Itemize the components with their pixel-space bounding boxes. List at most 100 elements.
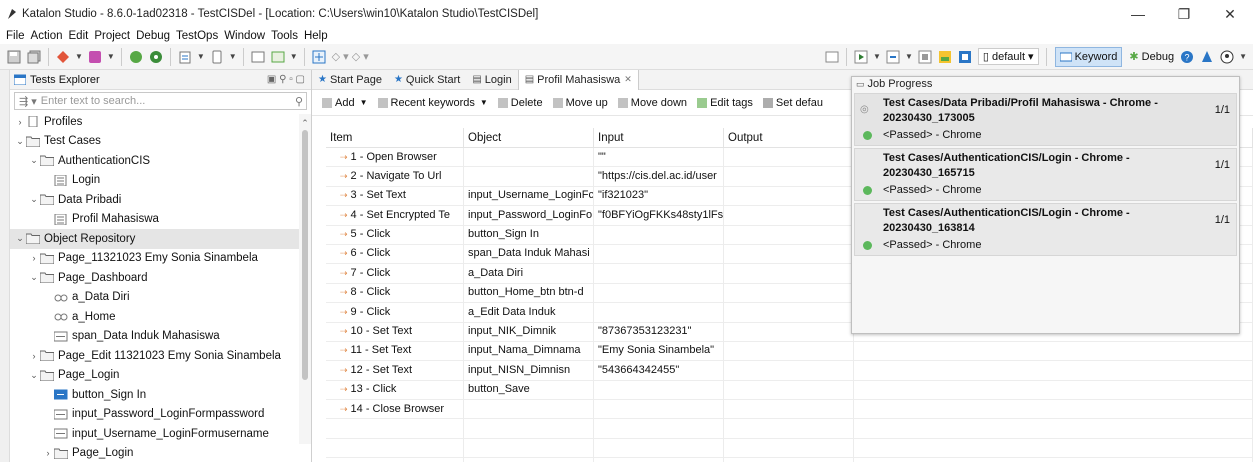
step-object-cell[interactable]: input_Password_LoginFo — [464, 205, 594, 226]
column-output[interactable]: Output — [724, 127, 854, 148]
chevron-down-icon[interactable]: ▼ — [75, 52, 83, 61]
editor-tab[interactable]: ▤ Profil Mahasiswa ✕ — [517, 69, 639, 90]
step-item-cell[interactable]: ⇢ 5 - Click — [326, 225, 464, 245]
action-edit-tags-button[interactable]: Edit tags — [697, 97, 753, 109]
tree-item[interactable]: ⌄ Test Cases — [10, 132, 311, 152]
editor-tab[interactable]: ★ Quick Start — [388, 70, 466, 90]
step-item-cell[interactable] — [326, 438, 464, 458]
katalon-store-icon[interactable] — [1199, 49, 1215, 65]
debug-run-icon[interactable] — [885, 49, 901, 65]
step-item-cell[interactable]: ⇢ 14 - Close Browser — [326, 399, 464, 419]
tree-item[interactable]: › Page_11321023 Emy Sonia Sinambela — [10, 249, 311, 269]
step-output-cell[interactable] — [724, 341, 854, 361]
chevron-down-icon[interactable]: ▼ — [480, 98, 488, 107]
step-input-cell[interactable] — [594, 399, 724, 419]
add-icon[interactable] — [55, 49, 71, 65]
tree-item[interactable]: a_Data Diri — [10, 288, 311, 308]
action-recent-keywords-button[interactable]: Recent keywords ▼ — [377, 97, 488, 109]
chevron-down-icon[interactable]: ▼ — [197, 52, 205, 61]
step-input-cell[interactable] — [594, 225, 724, 245]
record-icon[interactable] — [270, 49, 286, 65]
panel-view-controls-icon[interactable]: ▣ ⚲ ▫ ▢ — [267, 74, 305, 85]
save-all-icon[interactable] — [26, 49, 42, 65]
chevron-right-icon[interactable]: › — [28, 351, 40, 361]
tree-item[interactable]: span_Data Induk Mahasiswa — [10, 327, 311, 347]
step-output-cell[interactable] — [724, 418, 854, 439]
step-output-cell[interactable] — [724, 186, 854, 206]
step-output-cell[interactable] — [724, 302, 854, 323]
minimize-button[interactable]: — — [1115, 0, 1161, 28]
step-input-cell[interactable]: "87367353123231" — [594, 322, 724, 342]
menu-tools[interactable]: Tools — [268, 30, 301, 42]
chevron-down-icon[interactable]: ⌄ — [28, 272, 40, 283]
step-object-cell[interactable]: button_Save — [464, 380, 594, 400]
step-input-cell[interactable]: "if321023" — [594, 186, 724, 206]
run-icon[interactable] — [853, 49, 869, 65]
report-icon[interactable] — [937, 49, 953, 65]
debug-perspective-button[interactable]: ✱ Debug — [1129, 50, 1174, 63]
close-tab-icon[interactable]: ✕ — [624, 74, 632, 85]
step-object-cell[interactable] — [464, 166, 594, 187]
step-item-cell[interactable]: ⇢ 3 - Set Text — [326, 186, 464, 206]
step-output-cell[interactable] — [724, 380, 854, 400]
chevron-down-icon[interactable]: ⌄ — [28, 194, 40, 205]
menu-testops[interactable]: TestOps — [173, 30, 221, 42]
menu-project[interactable]: Project — [91, 30, 133, 42]
account-icon[interactable] — [1219, 49, 1235, 65]
column-object[interactable]: Object — [464, 127, 594, 148]
step-item-cell[interactable]: ⇢ 11 - Set Text — [326, 341, 464, 361]
stop-icon[interactable] — [917, 49, 933, 65]
step-input-cell[interactable]: "543664342455" — [594, 360, 724, 381]
chevron-down-icon[interactable]: ⌄ — [14, 136, 26, 147]
step-output-cell[interactable] — [724, 322, 854, 342]
scroll-up-icon[interactable]: ⌃ — [299, 118, 311, 129]
action-set-defau-button[interactable]: Set defau — [762, 97, 823, 109]
step-object-cell[interactable] — [464, 418, 594, 439]
step-object-cell[interactable] — [464, 399, 594, 419]
step-item-cell[interactable] — [326, 418, 464, 439]
chevron-down-icon[interactable]: ▼ — [229, 52, 237, 61]
editor-tab[interactable]: ▤ Login — [466, 70, 517, 90]
menu-edit[interactable]: Edit — [66, 30, 92, 42]
action-move-up-button[interactable]: Move up — [552, 97, 608, 109]
chevron-down-icon[interactable]: ⌄ — [28, 155, 40, 166]
action-delete-button[interactable]: Delete — [497, 97, 543, 109]
tests-explorer-tab[interactable]: Tests Explorer ▣ ⚲ ▫ ▢ — [10, 70, 311, 90]
step-object-cell[interactable]: a_Edit Data Induk — [464, 302, 594, 323]
job-item[interactable]: Test Cases/AuthenticationCIS/Login - Chr… — [854, 203, 1237, 256]
step-item-cell[interactable]: ⇢ 9 - Click — [326, 302, 464, 323]
chevron-down-icon[interactable]: ▼ — [360, 98, 368, 107]
step-input-cell[interactable] — [594, 418, 724, 439]
table-row[interactable] — [326, 418, 1253, 439]
editor-tab[interactable]: ★ Start Page — [312, 70, 388, 90]
step-object-cell[interactable]: a_Data Diri — [464, 263, 594, 284]
tree-item[interactable]: Profil Mahasiswa — [10, 210, 311, 230]
tree-item[interactable]: button_Sign In — [10, 385, 311, 405]
spy-mobile-icon[interactable] — [209, 49, 225, 65]
step-output-cell[interactable] — [724, 205, 854, 226]
step-output-cell[interactable] — [724, 360, 854, 381]
step-input-cell[interactable] — [594, 457, 724, 462]
table-row[interactable]: ⇢ 12 - Set Text input_NISN_Dimnisn "5436643… — [326, 360, 1253, 381]
tree-item[interactable]: › Profiles — [10, 112, 311, 132]
column-item[interactable]: Item — [326, 127, 464, 148]
save-icon[interactable] — [6, 49, 22, 65]
step-input-cell[interactable] — [594, 380, 724, 400]
table-row[interactable]: ⇢ 11 - Set Text input_Nama_Dimnama "Emy Son… — [326, 341, 1253, 362]
object-spy-icon[interactable] — [250, 49, 266, 65]
step-item-cell[interactable]: ⇢ 1 - Open Browser — [326, 147, 464, 167]
step-output-cell[interactable] — [724, 244, 854, 264]
chevron-down-icon[interactable]: ▼ — [290, 52, 298, 61]
tree-item[interactable]: › Page_Login — [10, 444, 311, 462]
action-move-down-button[interactable]: Move down — [617, 97, 687, 109]
menu-window[interactable]: Window — [221, 30, 268, 42]
chevron-right-icon[interactable]: › — [14, 117, 26, 127]
step-input-cell[interactable] — [594, 244, 724, 264]
tree-item[interactable]: ⌄ AuthenticationCIS — [10, 151, 311, 171]
step-output-cell[interactable] — [724, 263, 854, 284]
step-item-cell[interactable]: ⇢ 8 - Click — [326, 283, 464, 303]
step-output-cell[interactable] — [724, 438, 854, 458]
step-object-cell[interactable]: input_NIK_Dimnik — [464, 322, 594, 342]
search-input[interactable]: ⇶ ▾ Enter text to search... ⚲ — [14, 92, 307, 110]
step-object-cell[interactable]: button_Home_btn btn-d — [464, 283, 594, 303]
